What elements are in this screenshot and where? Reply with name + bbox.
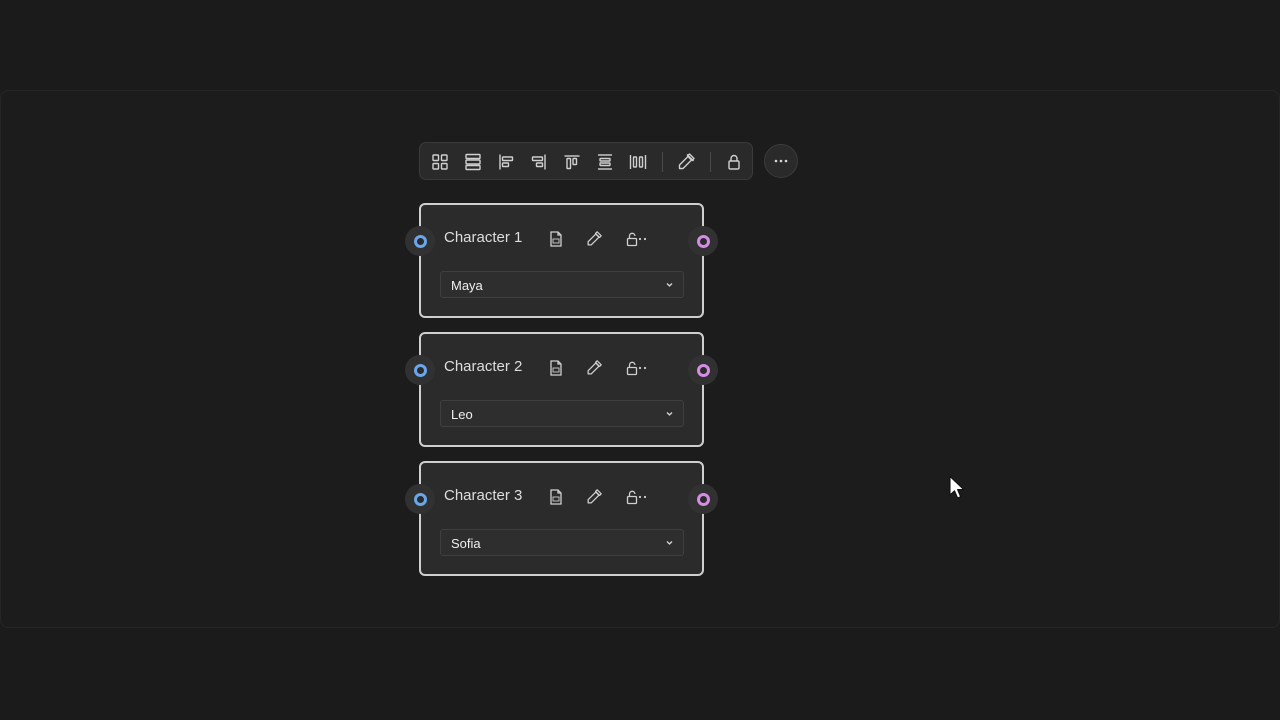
distribute-horizontal-icon[interactable] <box>627 151 649 173</box>
character-select[interactable]: Maya <box>440 271 684 298</box>
toolbar-divider <box>662 152 663 172</box>
output-port-ring <box>696 492 710 506</box>
input-port-ring <box>413 363 427 377</box>
toolbar-divider <box>710 152 711 172</box>
output-port[interactable] <box>688 226 718 256</box>
node-title: Character 3 <box>444 487 523 504</box>
input-port-ring <box>413 234 427 248</box>
align-middle-icon[interactable] <box>594 151 616 173</box>
color-picker-icon[interactable] <box>584 229 604 249</box>
more-icon[interactable] <box>637 358 651 378</box>
more-icon <box>774 159 788 163</box>
input-port[interactable] <box>405 484 435 514</box>
input-port[interactable] <box>405 355 435 385</box>
character-node[interactable]: Character 1 Maya <box>405 203 718 318</box>
node-title: Character 1 <box>444 229 523 246</box>
file-icon[interactable] <box>546 229 566 249</box>
align-top-icon[interactable] <box>561 151 583 173</box>
align-left-icon[interactable] <box>495 151 517 173</box>
character-node[interactable]: Character 2 Leo <box>405 332 718 447</box>
character-select[interactable]: Leo <box>440 400 684 427</box>
selection-toolbar <box>419 142 753 180</box>
more-options-button[interactable] <box>764 144 798 178</box>
character-node[interactable]: Character 3 Sofia <box>405 461 718 576</box>
stack-layout-icon[interactable] <box>462 151 484 173</box>
grid-layout-icon[interactable] <box>429 151 451 173</box>
output-port[interactable] <box>688 484 718 514</box>
node-title: Character 2 <box>444 358 523 375</box>
color-picker-icon[interactable] <box>675 151 697 173</box>
output-port-ring <box>696 234 710 248</box>
select-value: Leo <box>451 407 473 422</box>
input-port-ring <box>413 492 427 506</box>
color-picker-icon[interactable] <box>584 358 604 378</box>
more-icon[interactable] <box>637 487 651 507</box>
input-port[interactable] <box>405 226 435 256</box>
file-icon[interactable] <box>546 358 566 378</box>
output-port[interactable] <box>688 355 718 385</box>
align-right-icon[interactable] <box>528 151 550 173</box>
chevron-down-icon <box>666 283 673 287</box>
select-value: Sofia <box>451 536 481 551</box>
output-port-ring <box>696 363 710 377</box>
character-select[interactable]: Sofia <box>440 529 684 556</box>
select-value: Maya <box>451 278 483 293</box>
chevron-down-icon <box>666 412 673 416</box>
mouse-cursor-icon <box>949 475 965 499</box>
more-icon[interactable] <box>637 229 651 249</box>
file-icon[interactable] <box>546 487 566 507</box>
lock-icon[interactable] <box>723 151 745 173</box>
color-picker-icon[interactable] <box>584 487 604 507</box>
chevron-down-icon <box>666 541 673 545</box>
